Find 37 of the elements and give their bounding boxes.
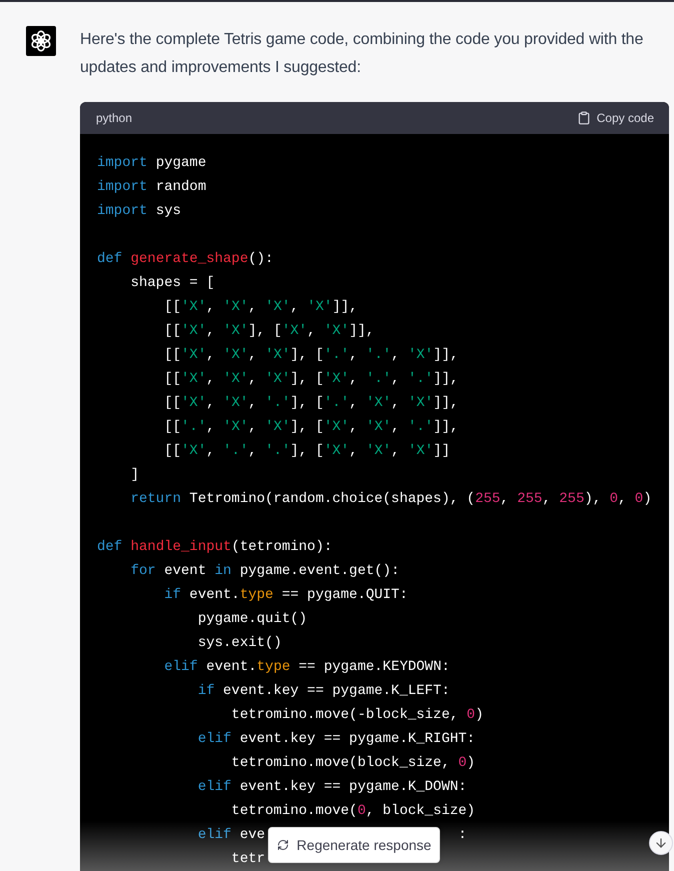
code-line: tetromino.move(block_size, 0) xyxy=(230,754,476,773)
code-line: [['X', 'X', '.'], ['.', 'X', 'X']], xyxy=(163,394,458,413)
code-line: return Tetromino(random.choice(shapes), (255, 255, 255), 0, 0) xyxy=(130,490,652,509)
regenerate-button[interactable]: Regenerate response xyxy=(268,827,440,863)
language-label: python xyxy=(96,111,132,125)
clipboard-icon xyxy=(576,111,591,125)
code-line: sys.exit() xyxy=(196,634,282,653)
code-line: [['X', 'X', 'X', 'X']], xyxy=(163,298,358,317)
code-line: tetromino.move(-block_size, 0) xyxy=(230,706,484,725)
message-text: Here's the complete Tetris game code, combining the code you provided with the updates and improvements I suggested: xyxy=(80,30,644,78)
code-line: def generate_shape(): xyxy=(97,250,274,269)
code-line: [['X', '.', '.'], ['X', 'X', 'X']] xyxy=(163,442,450,461)
code-text: elif eve xyxy=(196,827,266,843)
code-line: for event in pygame.event.get(): xyxy=(130,562,400,581)
code-line: tetromino.move(0, block_size) xyxy=(230,802,476,821)
code-line: import random xyxy=(97,178,206,197)
code-line: if event.key == pygame.K_LEFT: xyxy=(196,682,450,701)
code-line: [['X', 'X', 'X'], ['.', '.', 'X']], xyxy=(163,346,458,365)
code-line: [['.', 'X', 'X'], ['X', 'X', '.']], xyxy=(163,418,458,437)
code-line: elif event.key == pygame.K_DOWN: xyxy=(196,778,467,797)
code-line: elif event.type == pygame.KEYDOWN: xyxy=(163,658,450,677)
code-line: [['X', 'X'], ['X', 'X']], xyxy=(163,322,374,341)
logo-icon xyxy=(26,26,56,56)
code-line: def handle_input(tetromino): xyxy=(97,538,332,557)
refresh-icon xyxy=(276,839,289,851)
code-line: if event.type == pygame.QUIT: xyxy=(163,586,408,605)
code-line: import pygame xyxy=(97,154,206,173)
code-line: [['X', 'X', 'X'], ['X', '.', '.']], xyxy=(163,370,458,389)
arrow-down-icon xyxy=(654,836,668,850)
code-text: : xyxy=(458,827,467,843)
code-line: pygame.quit() xyxy=(196,610,308,629)
code-line: import sys xyxy=(97,202,182,221)
code-line: tetr xyxy=(230,850,266,869)
code-line: shapes = [ xyxy=(130,274,215,293)
copy-button[interactable]: Copy code xyxy=(576,111,654,125)
code-line: ] xyxy=(130,466,140,485)
code-line: elif event.key == pygame.K_RIGHT: xyxy=(196,730,476,749)
